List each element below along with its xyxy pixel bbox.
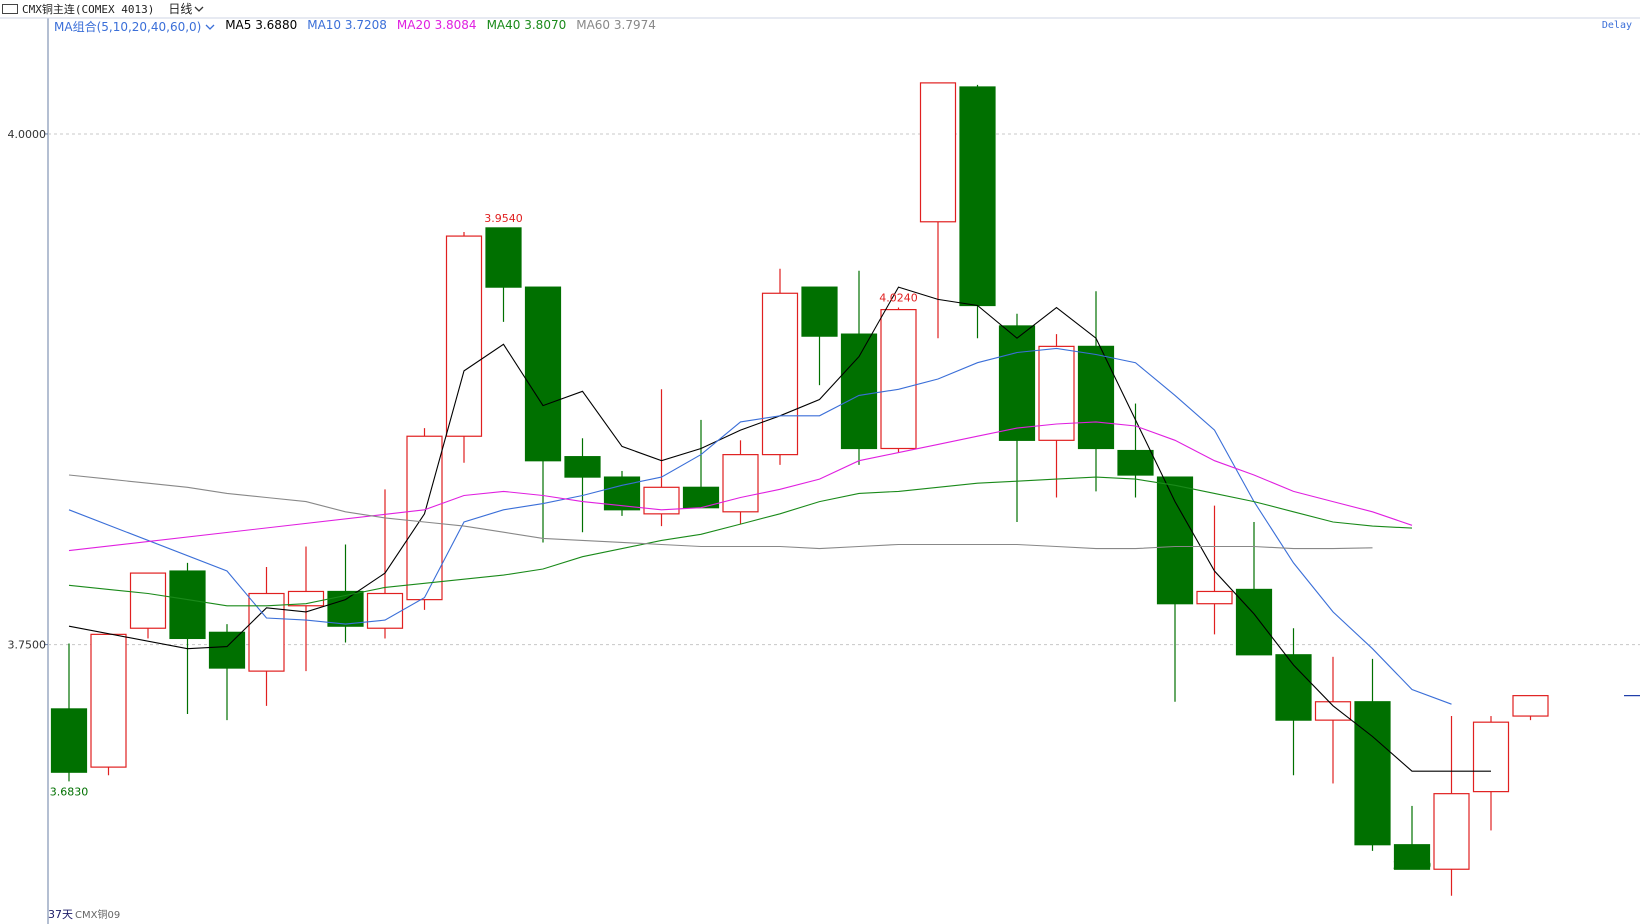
candle-body xyxy=(129,572,167,629)
candle-body xyxy=(998,325,1036,441)
candle-body xyxy=(1156,476,1194,605)
candle-body xyxy=(722,454,759,513)
candle-body xyxy=(959,86,996,307)
candle-body xyxy=(1235,588,1273,656)
candle-body xyxy=(1117,449,1154,476)
candle-body xyxy=(366,592,404,629)
high-price-label: 4.0240 xyxy=(879,292,918,305)
candle-body xyxy=(50,708,88,773)
candle-body xyxy=(327,590,364,627)
low-price-label: 3.6270 xyxy=(1393,859,1432,872)
candle-body xyxy=(445,235,483,437)
candle-body xyxy=(1314,701,1352,721)
candle-body xyxy=(761,292,799,456)
candle-body xyxy=(1354,701,1391,846)
chart-footer: 37天 CMX铜09 xyxy=(48,906,120,922)
days-count: 37天 xyxy=(48,908,73,921)
candle-body xyxy=(169,570,206,640)
candle-body xyxy=(90,633,127,768)
candle-body xyxy=(880,309,917,450)
candle-body xyxy=(1077,345,1115,450)
candle-body xyxy=(208,631,246,669)
high-price-label: 3.9540 xyxy=(484,212,523,225)
candle-body xyxy=(919,82,957,223)
candle-body xyxy=(485,227,522,288)
y-tick-label: 4.0000 xyxy=(8,128,47,141)
candle-body xyxy=(564,456,601,478)
candle-body xyxy=(1196,590,1233,605)
y-tick-label: 3.7500 xyxy=(8,639,47,652)
candle-body xyxy=(524,286,562,462)
candle-body xyxy=(1038,345,1075,441)
candle-body xyxy=(1433,793,1470,870)
kline-chart[interactable]: 3.7500 4.0000 4.0240 3.9540 3.6830 3.6270 xyxy=(0,0,1640,924)
contract-label: CMX铜09 xyxy=(75,910,121,921)
candle-body xyxy=(801,286,838,337)
candle-body xyxy=(1512,695,1549,717)
candle-body xyxy=(840,333,878,450)
low-price-label: 3.6830 xyxy=(50,785,89,798)
candle-body xyxy=(1472,721,1510,793)
